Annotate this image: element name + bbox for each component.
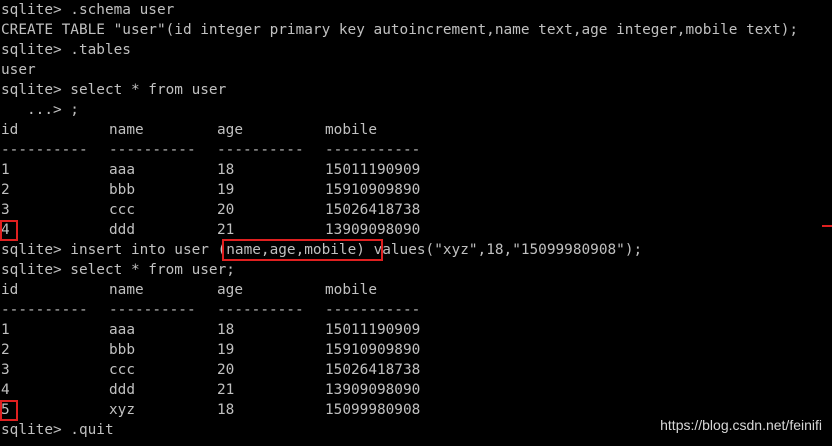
cell-name: xyz [109,402,135,418]
table2-header-name: name [109,282,144,298]
watermark-text: https://blog.csdn.net/feinifi [660,417,822,433]
table-row: 4 ddd 21 13909098090 [1,220,821,240]
cell-age: 18 [217,322,235,338]
command-line-select: sqlite> select * from user [1,82,227,98]
cell-name: ccc [109,202,135,218]
cell-id: 2 [1,342,10,358]
table1-separator: ----------- [325,142,421,158]
table2-header-age: age [217,282,243,298]
table-row: 2 bbb 19 15910909890 [1,340,821,360]
insert-command-prefix: sqlite> insert into user [1,242,218,258]
cell-name: bbb [109,342,135,358]
cell-age: 18 [217,162,235,178]
table2-separator: ---------- [109,302,196,318]
cell-mobile: 15011190909 [325,322,421,338]
table1-header-age: age [217,122,243,138]
cell-id: 3 [1,202,10,218]
red-cursor-mark [822,225,832,227]
cell-id: 5 [1,402,10,418]
cell-id: 1 [1,322,10,338]
table2-separator: ---------- [217,302,304,318]
cell-age: 18 [217,402,235,418]
table-row: 3 ccc 20 15026418738 [1,200,821,220]
table1-separator: ---------- [217,142,304,158]
cell-mobile: 13909098090 [325,222,421,238]
cell-id: 4 [1,382,10,398]
table1-separator: ---------- [1,142,88,158]
table-row: 4 ddd 21 13909098090 [1,380,821,400]
command-line-schema: sqlite> .schema user [1,2,175,18]
cell-mobile: 15026418738 [325,202,421,218]
insert-command-values: values("xyz",18,"15099980908"); [364,242,643,258]
table2-header-mobile: mobile [325,282,377,298]
command-line-tables: sqlite> .tables [1,42,131,58]
table2-separator: ----------- [325,302,421,318]
cell-name: ddd [109,222,135,238]
table1-header-row: id name age mobile [1,120,821,140]
table2-header-id: id [1,282,19,298]
cell-name: aaa [109,322,135,338]
continuation-line: ...> ; [1,102,79,118]
cell-age: 19 [217,182,235,198]
table2-separator-row: ---------- ---------- ---------- -------… [1,300,821,320]
cell-age: 21 [217,222,235,238]
table-row: 2 bbb 19 15910909890 [1,180,821,200]
terminal-window[interactable]: sqlite> .schema user CREATE TABLE "user"… [0,0,832,446]
cell-age: 19 [217,342,235,358]
cell-name: aaa [109,162,135,178]
command-line-insert: sqlite> insert into user (name,age,mobil… [1,240,642,260]
table1-separator-row: ---------- ---------- ---------- -------… [1,140,821,160]
create-table-output: CREATE TABLE "user"(id integer primary k… [1,22,799,38]
cell-mobile: 15011190909 [325,162,421,178]
table2-header-row: id name age mobile [1,280,821,300]
cell-name: bbb [109,182,135,198]
cell-id: 2 [1,182,10,198]
table-row: 1 aaa 18 15011190909 [1,160,821,180]
command-line-select-again: sqlite> select * from user; [1,262,235,278]
cell-mobile: 15910909890 [325,342,421,358]
table1-header-id: id [1,122,19,138]
insert-column-list: (name,age,mobile) [217,242,365,258]
cell-id: 4 [1,222,10,238]
table1-separator: ---------- [109,142,196,158]
cell-mobile: 15099980908 [325,402,421,418]
cell-name: ccc [109,362,135,378]
table-row: 1 aaa 18 15011190909 [1,320,821,340]
cell-mobile: 15910909890 [325,182,421,198]
cell-mobile: 15026418738 [325,362,421,378]
cell-mobile: 13909098090 [325,382,421,398]
tables-output: user [1,62,36,78]
cell-id: 1 [1,162,10,178]
table1-header-name: name [109,122,144,138]
cell-id: 3 [1,362,10,378]
cell-age: 20 [217,202,235,218]
cell-age: 20 [217,362,235,378]
cell-age: 21 [217,382,235,398]
command-line-quit: sqlite> .quit [1,422,114,438]
table2-separator: ---------- [1,302,88,318]
cell-name: ddd [109,382,135,398]
table1-header-mobile: mobile [325,122,377,138]
table-row: 3 ccc 20 15026418738 [1,360,821,380]
